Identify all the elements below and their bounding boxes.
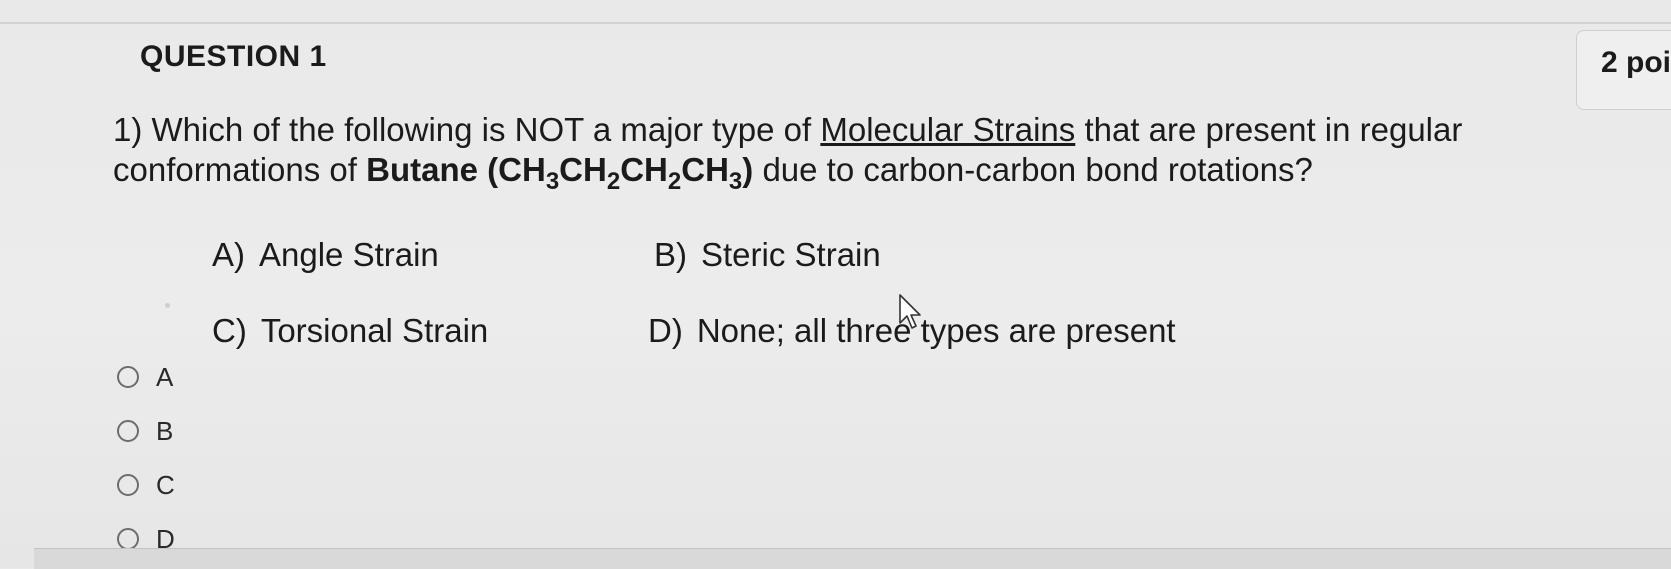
butane-label: Butane bbox=[366, 151, 478, 188]
bottom-panel-edge bbox=[34, 548, 1671, 569]
answer-label-b: B bbox=[156, 415, 174, 446]
option-c-text: Torsional Strain bbox=[260, 312, 489, 349]
option-c: C) Torsional Strain bbox=[212, 312, 488, 350]
answer-choice-a[interactable]: A bbox=[117, 362, 173, 392]
radio-circle-icon[interactable] bbox=[117, 474, 139, 496]
option-a-letter: A) bbox=[212, 236, 245, 273]
formula-mid-1: CH bbox=[559, 151, 607, 188]
formula-sub-3: 2 bbox=[667, 168, 682, 195]
radio-circle-icon[interactable] bbox=[117, 420, 139, 442]
answer-label-c: C bbox=[156, 469, 175, 500]
formula-mid-2: CH bbox=[620, 151, 668, 188]
points-badge: 2 poi bbox=[1576, 30, 1671, 110]
mouse-pointer-icon bbox=[899, 294, 921, 329]
points-label: 2 poi bbox=[1601, 46, 1671, 79]
formula-sub-4: 3 bbox=[728, 168, 743, 195]
option-c-letter: C) bbox=[212, 312, 247, 349]
question-text-part1: Which of the following is NOT a major ty… bbox=[151, 111, 812, 148]
option-b-text: Steric Strain bbox=[701, 236, 881, 273]
formula-sub-2: 2 bbox=[606, 168, 621, 195]
question-text-underlined: Molecular Strains bbox=[820, 111, 1076, 148]
question-prompt: 1) Which of the following is NOT a major… bbox=[113, 110, 1533, 194]
answer-choice-c[interactable]: C bbox=[117, 470, 175, 500]
radio-circle-icon[interactable] bbox=[117, 528, 139, 550]
option-d-letter: D) bbox=[648, 312, 683, 349]
answer-choice-b[interactable]: B bbox=[117, 416, 173, 446]
question-number: 1) bbox=[113, 111, 143, 148]
option-a-text: Angle Strain bbox=[259, 236, 439, 273]
answer-label-a: A bbox=[156, 361, 174, 392]
option-a: A) Angle Strain bbox=[212, 236, 439, 274]
formula-sub-1: 3 bbox=[545, 168, 560, 195]
top-divider bbox=[0, 22, 1671, 24]
question-title: QUESTION 1 bbox=[140, 40, 327, 73]
butane-formula: (CH3CH2CH2CH3) bbox=[487, 151, 754, 194]
question-text-part3: due to carbon-carbon bond rotations? bbox=[762, 151, 1313, 188]
formula-open: (CH bbox=[487, 151, 546, 188]
formula-mid-3: CH bbox=[681, 151, 729, 188]
option-d-text: None; all three types are present bbox=[696, 312, 1176, 349]
option-b-letter: B) bbox=[654, 236, 687, 273]
decorative-dot bbox=[165, 303, 170, 308]
radio-circle-icon[interactable] bbox=[117, 366, 139, 388]
formula-close: ) bbox=[742, 151, 754, 188]
option-b: B) Steric Strain bbox=[654, 236, 881, 274]
